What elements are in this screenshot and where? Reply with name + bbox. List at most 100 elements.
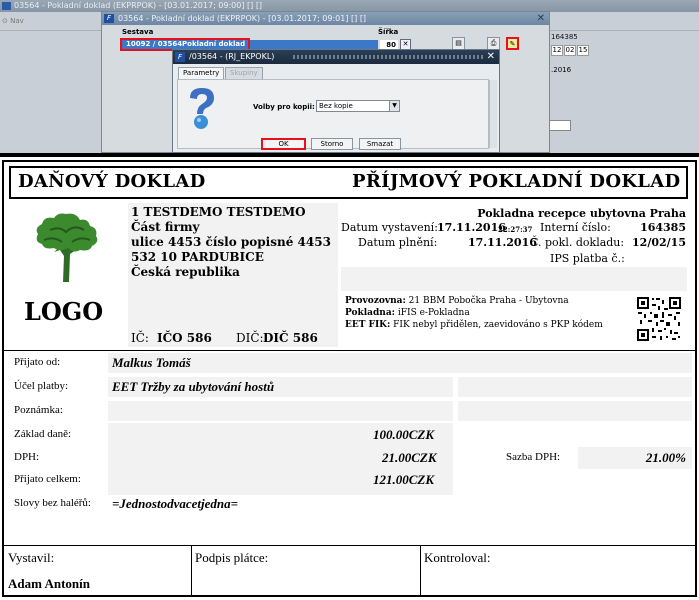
ucel-label: Účel platby:: [14, 380, 69, 392]
provozovna-value: 21 BBM Pobočka Praha - Ubytovna: [408, 296, 569, 306]
right-year: .2016: [551, 66, 572, 74]
prijato-od-value: Malkus Tomáš: [112, 355, 191, 370]
logo-text: LOGO: [24, 297, 104, 326]
dph-amount: 21.00: [382, 450, 412, 465]
frame-line: [2, 160, 697, 162]
app-background: 03564 - Pokladní doklad (EKPRPOK) - [03.…: [0, 0, 699, 153]
section-divider: [2, 350, 697, 351]
signature-divider: [2, 545, 697, 546]
edit-report-icon[interactable]: ✎: [506, 37, 519, 50]
company-city: 532 10 PARDUBICE: [131, 250, 264, 264]
interni-cislo-value: 164385: [640, 221, 686, 234]
row-bg: [458, 401, 692, 421]
currency: CZK: [408, 472, 435, 487]
close-icon[interactable]: ✕: [537, 12, 545, 25]
chevron-down-icon[interactable]: ▼: [389, 101, 399, 111]
ic-value: IČO 586: [157, 331, 212, 345]
poznamka-label: Poznámka:: [14, 404, 63, 416]
nav-button[interactable]: ⊙ Nav: [2, 17, 24, 25]
pokladna-name: Pokladna recepce ubytovna Praha: [477, 207, 686, 220]
cislo-pokl-label: Č. pokl. dokladu:: [530, 236, 625, 249]
date-box-1[interactable]: 12: [551, 45, 563, 56]
currency: CZK: [408, 427, 435, 442]
currency: CZK: [411, 450, 437, 465]
info-spacer-bg: [341, 267, 687, 291]
row-bg: [108, 353, 692, 373]
report-name: Pokladní doklad: [182, 40, 246, 48]
report-id: 10092 / 03564: [126, 40, 183, 48]
app-icon: F: [175, 52, 185, 62]
celkem-label: Přijato celkem:: [14, 473, 81, 485]
tab-skupiny[interactable]: Skupiny: [225, 67, 263, 79]
datum-plneni-value: 17.11.2016: [468, 236, 537, 249]
app-icon: F: [104, 14, 114, 23]
dialog-titlebar[interactable]: F /03564 - (RJ_EKPOKL) ✕: [173, 50, 499, 64]
parameters-dialog: F /03564 - (RJ_EKPOKL) ✕ Parametry Skupi…: [172, 49, 500, 153]
dic-value: DIČ 586: [263, 331, 318, 345]
dph-label: DPH:: [14, 451, 40, 463]
interni-cislo-label: Interní číslo:: [540, 221, 611, 234]
qr-code-icon: [636, 296, 682, 342]
eet-value: FIK nebyl přidělen, zaevidováno s PKP kó…: [393, 320, 603, 330]
right-input[interactable]: [549, 120, 571, 131]
cislo-pokl-value: 12/02/15: [632, 236, 686, 249]
header-line: [9, 197, 688, 199]
zaklad-value: 100.00CZK: [373, 427, 434, 443]
app-icon: [2, 2, 11, 10]
report-window-title: 03564 - Pokladní doklad (EKPRPOK) - [03.…: [118, 14, 367, 23]
date-box-2[interactable]: 02: [564, 45, 576, 56]
podpis-label: Podpis plátce:: [195, 550, 269, 565]
dic-label: DIČ:: [236, 331, 264, 345]
zaklad-label: Základ daně:: [14, 428, 72, 440]
kontroloval-label: Kontroloval:: [424, 550, 491, 565]
signature-divider: [420, 545, 421, 595]
smazat-button[interactable]: Smazat: [359, 138, 401, 150]
company-country: Česká republika: [131, 265, 240, 279]
row-bg: [458, 377, 692, 397]
datum-vystaveni-value: 17.11.2016: [437, 221, 506, 234]
signature-divider: [191, 545, 192, 595]
tree-logo-icon: [36, 213, 98, 282]
zaklad-amount: 100.00: [373, 427, 409, 442]
header-line: [9, 166, 11, 199]
vystavil-label: Vystavil:: [8, 550, 55, 565]
frame-line: [2, 160, 4, 597]
ic-label: IČ:: [131, 331, 149, 345]
slovy-label: Slovy bez haléřů:: [14, 497, 91, 509]
company-street: ulice 4453 číslo popisné 4453: [131, 235, 331, 249]
copy-options-select[interactable]: Bez kopie ▼: [316, 100, 400, 112]
copy-options-value: Bez kopie: [319, 102, 353, 110]
dialog-scrollbar[interactable]: [489, 80, 497, 148]
header-line: [9, 166, 688, 168]
tab-parametry[interactable]: Parametry: [178, 67, 225, 79]
row-bg: [108, 401, 453, 421]
copy-options-label: Volby pro kopii:: [253, 103, 315, 111]
header-left-title: DAŇOVÝ DOKLAD: [18, 171, 206, 192]
prijato-od-label: Přijato od:: [14, 356, 61, 368]
slovy-value: =Jednostodvacetjedna=: [112, 496, 239, 511]
company-part: Část firmy: [131, 220, 200, 234]
ucel-value: EET Tržby za ubytování hostů: [112, 379, 275, 394]
frame-line: [2, 595, 697, 597]
datum-plneni-label: Datum plnění:: [358, 236, 438, 249]
sazba-value: 21.00%: [645, 450, 686, 465]
help-icon: [190, 88, 214, 129]
datum-vystaveni-label: Datum vystavení:: [341, 221, 438, 234]
date-box-3[interactable]: 15: [577, 45, 589, 56]
datum-vystaveni-time: 22:27:37: [498, 225, 533, 234]
background-window-title: 03564 - Pokladní doklad (EKPRPOK) - [03.…: [14, 1, 263, 10]
titlebar-grip: [293, 55, 483, 59]
header-line: [686, 166, 688, 199]
storno-button[interactable]: Storno: [311, 138, 353, 150]
dph-value: 21.00CZK: [382, 450, 437, 466]
company-name: 1 TESTDEMO TESTDEMO: [131, 205, 306, 219]
ok-button[interactable]: OK: [261, 138, 306, 150]
eet-label: EET FIK:: [345, 320, 391, 330]
provozovna-label: Provozovna:: [345, 296, 406, 306]
celkem-value: 121.00CZK: [373, 472, 434, 488]
report-window-titlebar[interactable]: F 03564 - Pokladní doklad (EKPRPOK) - [0…: [102, 12, 549, 25]
column-header-sestava: Sestava: [122, 28, 154, 36]
right-year-value: 2016: [553, 66, 572, 74]
celkem-amount: 121.00: [373, 472, 409, 487]
close-icon[interactable]: ✕: [487, 50, 495, 64]
